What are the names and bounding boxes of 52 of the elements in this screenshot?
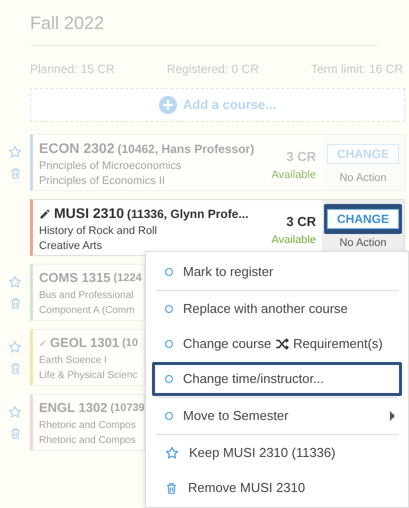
trash-icon[interactable]	[165, 482, 178, 494]
trash-icon[interactable]	[8, 362, 22, 375]
course-title: Rhetoric and Compos	[39, 418, 136, 432]
star-icon[interactable]	[165, 446, 179, 460]
course-section: (10	[122, 334, 138, 351]
radio-icon	[165, 412, 173, 420]
course-code: COMS 1315	[39, 269, 111, 287]
radio-icon	[165, 268, 173, 276]
menu-item[interactable]: Change time/instructor...	[152, 362, 402, 396]
course-section: (1224	[114, 270, 142, 286]
menu-item[interactable]: Replace with another course	[152, 292, 402, 326]
course-category: Life & Physical Scienc	[39, 368, 138, 382]
course-title: History of Rock and Roll	[39, 224, 157, 239]
submenu-arrow-icon	[390, 411, 395, 421]
action-status: No Action	[339, 236, 387, 251]
shuffle-icon	[275, 338, 290, 350]
trash-icon[interactable]	[8, 167, 22, 180]
course-code: MUSI 2310	[54, 204, 124, 223]
credits: 3 CR	[286, 213, 316, 231]
term-title: Fall 2022	[30, 10, 379, 46]
star-icon[interactable]	[8, 145, 22, 159]
course-section: (10462, Hans Professor)	[117, 140, 254, 158]
trash-icon[interactable]	[8, 297, 22, 310]
menu-item[interactable]: Change course Requirement(s)	[152, 327, 402, 361]
course-category: Rhetoric and Compos	[39, 434, 136, 448]
radio-icon	[165, 375, 173, 383]
course-code: ECON 2302	[39, 139, 114, 158]
course-code: GEOL 1301	[50, 334, 120, 352]
menu-item[interactable]: Keep MUSI 2310 (11336)	[152, 436, 402, 470]
menu-item[interactable]: Remove MUSI 2310	[152, 471, 402, 505]
course-category: Principles of Economics II	[39, 174, 165, 189]
course-title: Principles of Microeconomics	[39, 159, 182, 174]
course-title: Bus and Professional	[39, 288, 134, 302]
action-status: No Action	[339, 171, 387, 186]
course-section: (10739	[110, 400, 144, 416]
star-icon[interactable]	[8, 275, 22, 289]
availability-status: Available	[272, 168, 316, 182]
star-icon[interactable]	[8, 340, 22, 354]
plus-icon	[158, 96, 177, 114]
availability-status: Available	[272, 232, 316, 248]
radio-icon	[165, 340, 173, 348]
course-title: Earth Science I	[39, 354, 107, 368]
radio-icon	[165, 305, 173, 313]
credits: 3 CR	[286, 148, 316, 166]
trash-icon[interactable]	[8, 427, 22, 440]
star-icon[interactable]	[8, 405, 22, 419]
menu-item[interactable]: Mark to register	[152, 255, 402, 289]
menu-item[interactable]: Move to Semester	[152, 399, 402, 433]
course-category: Component A (Comm	[39, 304, 135, 318]
course-code: ENGL 1302	[39, 399, 108, 417]
course-category: Creative Arts	[39, 239, 102, 254]
course-section: (11336, Glynn Profe...	[127, 204, 248, 222]
